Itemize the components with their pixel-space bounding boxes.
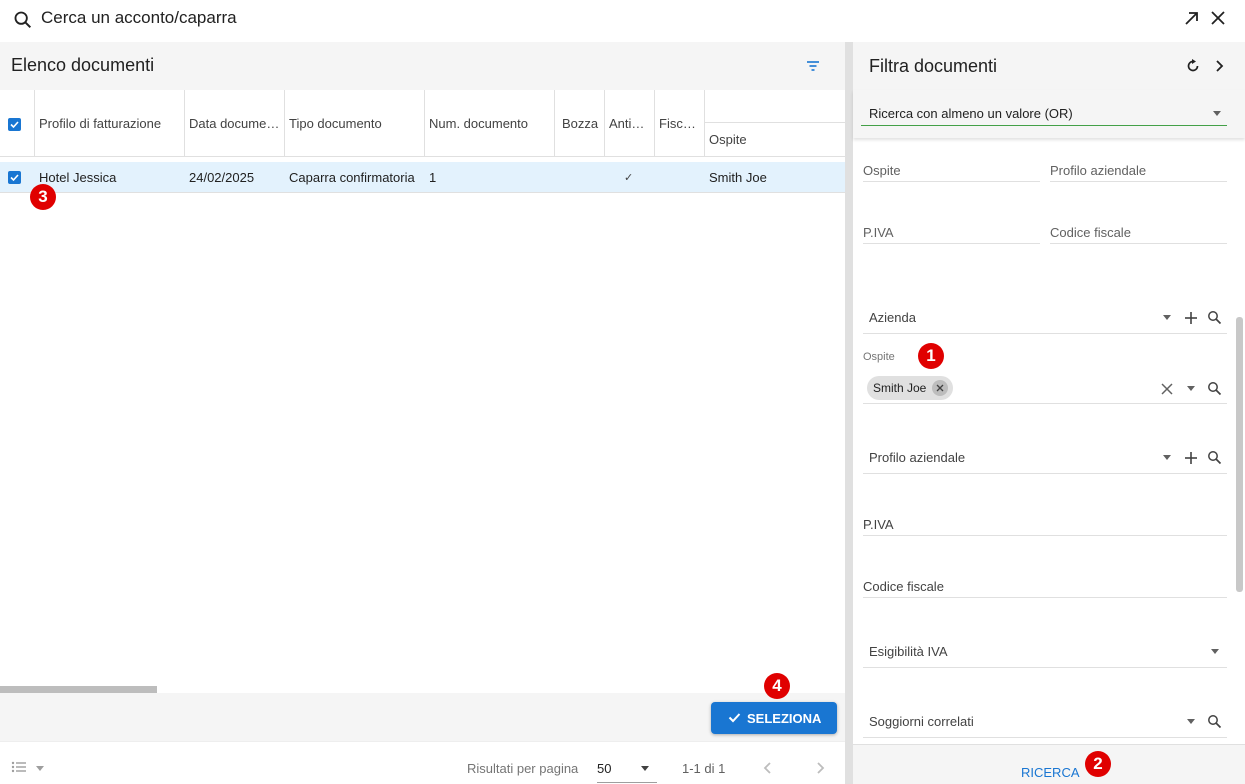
vertical-scrollbar[interactable]	[1236, 317, 1243, 592]
esigibilita-iva-select[interactable]: Esigibilità IVA	[869, 644, 948, 659]
quick-codice-fiscale-underline	[1050, 243, 1227, 244]
column-anticipo[interactable]: Anticipo	[605, 90, 655, 156]
annotation-badge-1: 1	[918, 343, 944, 369]
chevron-down-icon[interactable]	[1162, 315, 1172, 321]
filters-panel: Filtra documenti Ricerca con almeno un v…	[853, 42, 1245, 784]
results-per-page-select[interactable]: 50	[597, 761, 611, 776]
previous-page-icon[interactable]	[763, 761, 773, 775]
add-icon[interactable]	[1184, 311, 1198, 325]
documents-panel: Elenco documenti Profilo di fatturazione…	[0, 42, 845, 784]
quick-piva-input[interactable]: P.IVA	[863, 225, 894, 240]
chevron-down-icon[interactable]	[1210, 649, 1220, 655]
chevron-down-icon[interactable]	[1162, 455, 1172, 461]
column-profilo[interactable]: Profilo di fatturazione	[35, 90, 185, 156]
select-button-label: SELEZIONA	[747, 711, 822, 726]
quick-ospite-input[interactable]: Ospite	[863, 163, 901, 178]
column-bozza[interactable]: Bozza	[555, 90, 605, 156]
annotation-badge-3: 3	[30, 184, 56, 210]
quick-profilo-underline	[1050, 181, 1227, 182]
select-all-column	[0, 90, 35, 156]
cell-profilo: Hotel Jessica	[39, 170, 117, 185]
chip-remove-icon[interactable]	[932, 380, 948, 396]
search-icon[interactable]	[1207, 450, 1222, 465]
cell-ospite: Smith Joe	[709, 170, 767, 185]
profilo-aziendale-underline	[863, 473, 1227, 474]
piva-input[interactable]: P.IVA	[863, 517, 894, 532]
panel-splitter[interactable]	[845, 42, 853, 784]
expand-icon[interactable]	[1184, 10, 1200, 26]
select-all-checkbox[interactable]	[8, 118, 21, 131]
esigibilita-iva-underline	[863, 667, 1227, 668]
add-icon[interactable]	[1184, 451, 1198, 465]
horizontal-scrollbar[interactable]	[0, 686, 157, 693]
filters-title: Filtra documenti	[869, 56, 998, 76]
chevron-right-icon[interactable]	[1211, 58, 1227, 74]
clear-icon[interactable]	[1161, 383, 1173, 395]
codice-fiscale-underline	[863, 597, 1227, 598]
ospite-chip-label: Smith Joe	[873, 381, 927, 395]
search-mode-select[interactable]: Ricerca con almeno un valore (OR)	[853, 90, 1245, 138]
quick-piva-underline	[863, 243, 1040, 244]
close-icon[interactable]	[1210, 10, 1226, 26]
column-ospite[interactable]: Ospite	[709, 132, 747, 147]
column-fiscale[interactable]: Fiscale	[655, 90, 705, 156]
filter-icon[interactable]	[805, 58, 821, 74]
search-icon	[12, 9, 34, 31]
chevron-down-icon[interactable]	[1186, 386, 1196, 392]
next-page-icon[interactable]	[815, 761, 825, 775]
annotation-badge-4: 4	[764, 673, 790, 699]
search-button[interactable]: RICERCA	[1021, 765, 1080, 780]
soggiorni-correlati-underline	[863, 737, 1227, 738]
grid-header: Profilo di fatturazione Data documento T…	[0, 90, 845, 157]
chevron-down-icon[interactable]	[35, 766, 45, 772]
pagination-bar: Risultati per pagina 50 1-1 di 1	[0, 741, 845, 784]
quick-codice-fiscale-input[interactable]: Codice fiscale	[1050, 225, 1131, 240]
dialog-title: Cerca un acconto/caparra	[41, 8, 237, 27]
azienda-select[interactable]: Azienda	[869, 310, 916, 325]
search-icon[interactable]	[1207, 381, 1222, 396]
cell-data: 24/02/2025	[189, 170, 255, 185]
column-data[interactable]: Data documento	[185, 90, 285, 156]
actions-bar: SELEZIONA	[0, 693, 845, 741]
group-divider	[705, 122, 845, 123]
column-tipo[interactable]: Tipo documento	[285, 90, 425, 156]
column-numero[interactable]: Num. documento	[425, 90, 555, 156]
annotation-badge-2: 2	[1085, 751, 1111, 777]
documents-title: Elenco documenti	[11, 55, 155, 75]
filters-header: Filtra documenti	[853, 42, 1245, 90]
chevron-down-icon[interactable]	[640, 766, 650, 772]
search-icon[interactable]	[1207, 714, 1222, 729]
quick-ospite-underline	[863, 181, 1040, 182]
select-button[interactable]: SELEZIONA	[711, 702, 837, 734]
profilo-aziendale-select[interactable]: Profilo aziendale	[869, 450, 965, 465]
row-checkbox[interactable]	[8, 171, 21, 184]
azienda-underline	[863, 333, 1227, 334]
search-mode-value: Ricerca con almeno un valore (OR)	[869, 106, 1073, 121]
chevron-down-icon[interactable]	[1186, 719, 1196, 725]
ospite-underline	[863, 403, 1227, 404]
page-range: 1-1 di 1	[682, 761, 726, 776]
documents-header: Elenco documenti	[0, 42, 845, 90]
list-view-icon[interactable]	[11, 761, 27, 773]
reset-icon[interactable]	[1185, 58, 1201, 74]
page-size-underline	[597, 782, 657, 783]
codice-fiscale-input[interactable]: Codice fiscale	[863, 579, 944, 594]
quick-profilo-input[interactable]: Profilo aziendale	[1050, 163, 1146, 178]
check-icon	[728, 713, 741, 723]
ospite-label: Ospite	[863, 351, 895, 363]
results-per-page-label: Risultati per pagina	[467, 761, 579, 776]
chevron-down-icon[interactable]	[1212, 111, 1222, 117]
ospite-chip[interactable]: Smith Joe	[867, 376, 953, 400]
search-mode-underline	[861, 125, 1227, 126]
dialog-title-bar: Cerca un acconto/caparra	[0, 0, 1245, 42]
table-row[interactable]: Hotel Jessica 24/02/2025 Caparra confirm…	[0, 162, 845, 193]
cell-numero: 1	[429, 170, 437, 185]
cell-anticipo-check: ✓	[624, 172, 634, 184]
search-icon[interactable]	[1207, 310, 1222, 325]
soggiorni-correlati-select[interactable]: Soggiorni correlati	[869, 714, 974, 729]
search-actions-bar: RICERCA	[853, 744, 1245, 784]
cell-tipo: Caparra confirmatoria	[289, 170, 415, 185]
piva-underline	[863, 535, 1227, 536]
